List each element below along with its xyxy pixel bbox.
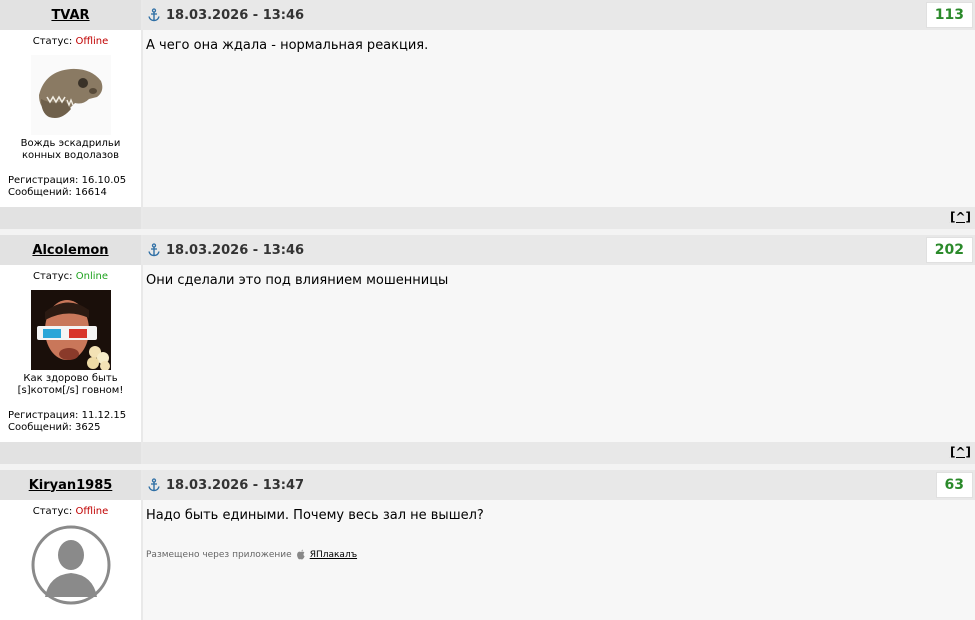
post-date: 18.03.2026 - 13:46 bbox=[166, 7, 305, 23]
username-link[interactable]: Kiryan1985 bbox=[29, 478, 113, 493]
username-link[interactable]: TVAR bbox=[51, 8, 89, 23]
app-link[interactable]: ЯПлакалъ bbox=[310, 550, 357, 560]
user-status: Статус: Offline bbox=[32, 36, 109, 47]
post-body: А чего она ждала - нормальная реакция. bbox=[143, 30, 975, 207]
anchor-icon[interactable] bbox=[147, 8, 161, 22]
post-rating[interactable]: 113 bbox=[925, 2, 973, 28]
post-2: Alcolemon 18.03.2026 - 13:46 202 Статус:… bbox=[0, 235, 975, 464]
status-value: Offline bbox=[75, 506, 109, 517]
user-status: Статус: Online bbox=[33, 271, 108, 282]
post-body: Они сделали это под влиянием мошенницы bbox=[143, 265, 975, 442]
post-date: 18.03.2026 - 13:47 bbox=[166, 477, 305, 493]
3d-glasses-popcorn-avatar[interactable] bbox=[30, 290, 111, 370]
registration-date: Регистрация: 11.12.15 bbox=[8, 410, 127, 421]
post-author-cell: Alcolemon bbox=[0, 235, 141, 265]
post-author-cell: TVAR bbox=[0, 0, 141, 30]
post-1: TVAR 18.03.2026 - 13:46 113 Статус: Offl… bbox=[0, 0, 975, 229]
message-count: Сообщений: 3625 bbox=[8, 422, 101, 433]
scroll-top-link[interactable]: [^] bbox=[950, 210, 971, 224]
post-text: Они сделали это под влиянием мошенницы bbox=[146, 273, 449, 288]
user-status: Статус: Offline bbox=[32, 506, 109, 517]
post-header: 18.03.2026 - 13:46 202 bbox=[143, 235, 975, 265]
status-value: Offline bbox=[75, 36, 109, 47]
dinosaur-skull-avatar[interactable] bbox=[30, 55, 111, 135]
scroll-top-link[interactable]: [^] bbox=[950, 445, 971, 459]
post-rating[interactable]: 202 bbox=[925, 237, 973, 263]
user-title: Вождь эскадрильи конных водолазов bbox=[20, 138, 121, 161]
post-header: 18.03.2026 - 13:46 113 bbox=[143, 0, 975, 30]
user-stats: Регистрация: 16.10.05 Сообщений: 16614 bbox=[0, 175, 141, 199]
post-body: Надо быть едиными. Почему весь зал не вы… bbox=[143, 500, 975, 620]
status-value: Online bbox=[75, 271, 108, 282]
message-count: Сообщений: 16614 bbox=[8, 187, 107, 198]
post-date: 18.03.2026 - 13:46 bbox=[166, 242, 305, 258]
user-stats: Регистрация: 11.12.15 Сообщений: 3625 bbox=[0, 410, 141, 434]
anchor-icon[interactable] bbox=[147, 478, 161, 492]
default-user-avatar[interactable] bbox=[30, 525, 111, 605]
post-author-cell: Kiryan1985 bbox=[0, 470, 141, 500]
author-info: Статус: Offline Вождь эскадрильи конных … bbox=[0, 30, 141, 207]
apple-icon bbox=[296, 549, 305, 560]
author-info: Статус: Online Как здорово быть [s]котом… bbox=[0, 265, 141, 442]
anchor-icon[interactable] bbox=[147, 243, 161, 257]
author-info: Статус: Offline bbox=[0, 500, 141, 620]
post-3: Kiryan1985 18.03.2026 - 13:47 63 Статус:… bbox=[0, 470, 975, 620]
post-text: Надо быть едиными. Почему весь зал не вы… bbox=[146, 508, 484, 523]
post-rating[interactable]: 63 bbox=[935, 472, 973, 498]
post-header: 18.03.2026 - 13:47 63 bbox=[143, 470, 975, 500]
post-text: А чего она ждала - нормальная реакция. bbox=[146, 38, 429, 53]
username-link[interactable]: Alcolemon bbox=[32, 243, 108, 258]
posted-via: Размещено через приложение ЯПлакалъ bbox=[146, 549, 358, 560]
registration-date: Регистрация: 16.10.05 bbox=[8, 175, 127, 186]
user-title: Как здорово быть [s]котом[/s] говном! bbox=[17, 373, 124, 396]
